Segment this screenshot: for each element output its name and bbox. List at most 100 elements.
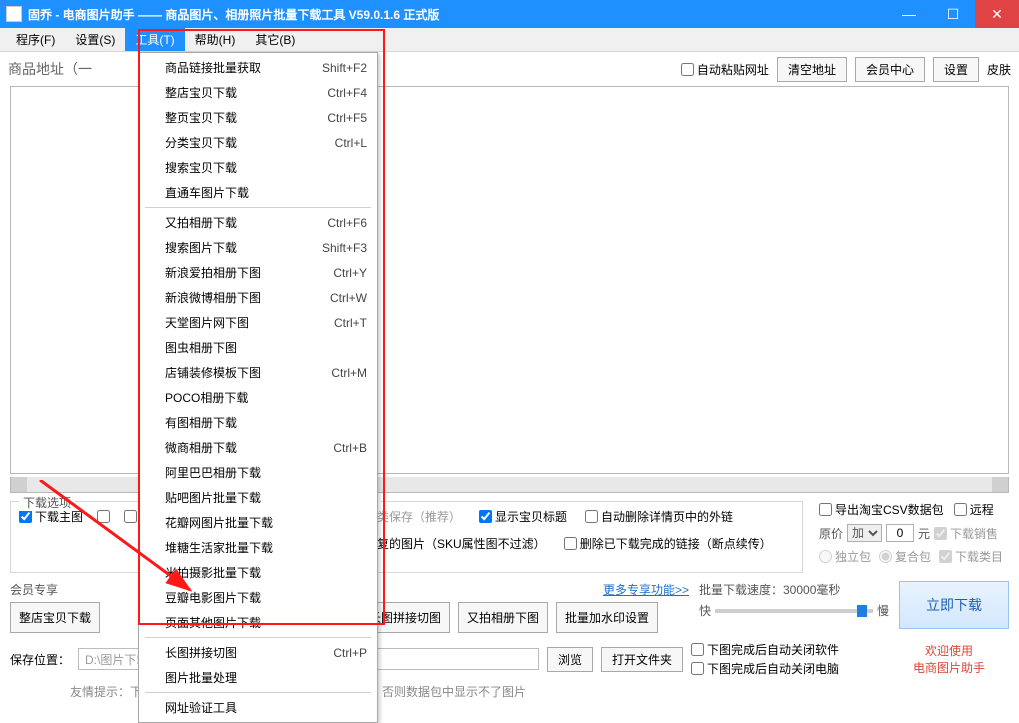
menu-item-label: 贴吧图片批量下载 bbox=[165, 489, 367, 506]
save-label: 保存位置： bbox=[10, 651, 70, 668]
menu-item-label: 又拍相册下载 bbox=[165, 214, 327, 231]
menu-item[interactable]: 新浪爱拍相册下图Ctrl+Y bbox=[141, 260, 375, 285]
menu-item[interactable]: 搜索图片下载Shift+F3 bbox=[141, 235, 375, 260]
chk-del-ext[interactable]: 自动删除详情页中的外链 bbox=[585, 508, 733, 525]
menu-item[interactable]: 商品链接批量获取Shift+F2 bbox=[141, 55, 375, 80]
menu-item-shortcut: Shift+F3 bbox=[322, 241, 367, 255]
menu-other[interactable]: 其它(B) bbox=[245, 28, 305, 51]
chk-show-title[interactable]: 显示宝贝标题 bbox=[479, 508, 567, 525]
close-button[interactable]: ✕ bbox=[975, 0, 1019, 28]
speed-column: 批量下载速度：30000毫秒 快 慢 bbox=[699, 581, 889, 619]
menu-item-shortcut: Ctrl+T bbox=[334, 316, 367, 330]
chk-dl-cat[interactable]: 下载类目 bbox=[939, 548, 1003, 565]
auto-paste-label: 自动粘贴网址 bbox=[697, 61, 769, 78]
chk-hidden-1[interactable] bbox=[97, 508, 110, 525]
menu-item[interactable]: 花瓣网图片批量下载 bbox=[141, 510, 375, 535]
menu-item[interactable]: 页面其他图片下载 bbox=[141, 610, 375, 635]
download-options-title: 下载选项 bbox=[19, 494, 75, 511]
menu-item[interactable]: 新浪微博相册下图Ctrl+W bbox=[141, 285, 375, 310]
menu-bar: 程序(F) 设置(S) 工具(T) 帮助(H) 其它(B) bbox=[0, 28, 1019, 52]
minimize-button[interactable]: — bbox=[887, 0, 931, 28]
open-folder-button[interactable]: 打开文件夹 bbox=[601, 647, 683, 672]
menu-item-label: 有图相册下载 bbox=[165, 414, 367, 431]
menu-item[interactable]: 分类宝贝下载Ctrl+L bbox=[141, 130, 375, 155]
menu-help[interactable]: 帮助(H) bbox=[185, 28, 246, 51]
menu-item[interactable]: 贴吧图片批量下载 bbox=[141, 485, 375, 510]
menu-item-label: 天堂图片网下图 bbox=[165, 314, 334, 331]
menu-item[interactable]: 搜索宝贝下载 bbox=[141, 155, 375, 180]
price-input[interactable] bbox=[886, 524, 914, 542]
clear-url-button[interactable]: 清空地址 bbox=[777, 57, 847, 82]
speed-slider[interactable]: 快 慢 bbox=[699, 602, 889, 619]
menu-item[interactable]: 直通车图片下载 bbox=[141, 180, 375, 205]
price-label: 原价 bbox=[819, 525, 843, 542]
chk-export-csv[interactable]: 导出淘宝CSV数据包 bbox=[819, 501, 944, 518]
menu-separator bbox=[145, 637, 371, 638]
chk-close-pc[interactable]: 下图完成后自动关闭电脑 bbox=[691, 660, 881, 677]
menu-item[interactable]: 米拍摄影批量下载 bbox=[141, 560, 375, 585]
menu-item-label: 新浪微博相册下图 bbox=[165, 289, 330, 306]
menu-item-shortcut: Ctrl+L bbox=[335, 136, 367, 150]
chk-close-soft[interactable]: 下图完成后自动关闭软件 bbox=[691, 641, 881, 658]
price-op-select[interactable]: 加 bbox=[847, 524, 882, 542]
tools-dropdown: 商品链接批量获取Shift+F2整店宝贝下载Ctrl+F4整页宝贝下载Ctrl+… bbox=[138, 52, 378, 723]
url-label: 商品地址（一 bbox=[8, 59, 92, 79]
menu-item-label: 花瓣网图片批量下载 bbox=[165, 514, 367, 531]
menu-item[interactable]: 图片批量处理 bbox=[141, 665, 375, 690]
welcome-line2: 电商图片助手 bbox=[889, 659, 1009, 676]
auto-paste-checkbox[interactable]: 自动粘贴网址 bbox=[681, 61, 769, 78]
menu-item-label: 长图拼接切图 bbox=[165, 644, 333, 661]
youpai-button[interactable]: 又拍相册下图 bbox=[458, 602, 548, 633]
browse-button[interactable]: 浏览 bbox=[547, 647, 593, 672]
menu-item-label: 网址验证工具 bbox=[165, 699, 367, 716]
price-unit: 元 bbox=[918, 525, 930, 542]
window-controls: — ☐ ✕ bbox=[887, 0, 1019, 28]
menu-item-label: 搜索宝贝下载 bbox=[165, 159, 367, 176]
more-vip-link[interactable]: 更多专享功能>> bbox=[603, 583, 689, 597]
whole-shop-button[interactable]: 整店宝贝下载 bbox=[10, 602, 100, 633]
menu-item-label: 整店宝贝下载 bbox=[165, 84, 327, 101]
radio-comp[interactable]: 复合包 bbox=[879, 548, 931, 565]
menu-item-label: 商品链接批量获取 bbox=[165, 59, 322, 76]
menu-item[interactable]: 长图拼接切图Ctrl+P bbox=[141, 640, 375, 665]
menu-program[interactable]: 程序(F) bbox=[6, 28, 65, 51]
menu-item[interactable]: 网址验证工具 bbox=[141, 695, 375, 720]
menu-separator bbox=[145, 207, 371, 208]
right-options: 导出淘宝CSV数据包 远程 原价 加 元 下载销售 独立包 复合包 下载类目 bbox=[819, 501, 1009, 573]
menu-settings[interactable]: 设置(S) bbox=[65, 28, 125, 51]
menu-item[interactable]: 整页宝贝下载Ctrl+F5 bbox=[141, 105, 375, 130]
member-center-button[interactable]: 会员中心 bbox=[855, 57, 925, 82]
menu-item[interactable]: 阿里巴巴相册下载 bbox=[141, 460, 375, 485]
menu-item[interactable]: POCO相册下载 bbox=[141, 385, 375, 410]
menu-tools[interactable]: 工具(T) bbox=[125, 28, 184, 51]
menu-item-shortcut: Ctrl+F4 bbox=[327, 86, 367, 100]
menu-item[interactable]: 微商相册下载Ctrl+B bbox=[141, 435, 375, 460]
menu-item-label: 页面其他图片下载 bbox=[165, 614, 367, 631]
menu-item-label: 图片批量处理 bbox=[165, 669, 367, 686]
menu-item[interactable]: 店铺装修模板下图Ctrl+M bbox=[141, 360, 375, 385]
menu-item[interactable]: 图虫相册下图 bbox=[141, 335, 375, 360]
chk-dl-sale[interactable]: 下载销售 bbox=[934, 525, 998, 542]
download-now-button[interactable]: 立即下载 bbox=[899, 581, 1009, 629]
menu-item-label: 图虫相册下图 bbox=[165, 339, 367, 356]
radio-indep[interactable]: 独立包 bbox=[819, 548, 871, 565]
chk-remote[interactable]: 远程 bbox=[954, 501, 994, 518]
menu-item[interactable]: 整店宝贝下载Ctrl+F4 bbox=[141, 80, 375, 105]
menu-item-label: 堆糖生活家批量下载 bbox=[165, 539, 367, 556]
settings-button[interactable]: 设置 bbox=[933, 57, 979, 82]
menu-separator bbox=[145, 692, 371, 693]
chk-del-done[interactable]: 删除已下载完成的链接（断点续传） bbox=[564, 535, 772, 552]
skin-link[interactable]: 皮肤 bbox=[987, 61, 1011, 78]
menu-item[interactable]: 天堂图片网下图Ctrl+T bbox=[141, 310, 375, 335]
menu-item-label: 新浪爱拍相册下图 bbox=[165, 264, 333, 281]
menu-item[interactable]: 豆瓣电影图片下载 bbox=[141, 585, 375, 610]
menu-item-label: 直通车图片下载 bbox=[165, 184, 367, 201]
menu-item-label: 搜索图片下载 bbox=[165, 239, 322, 256]
menu-item[interactable]: 有图相册下载 bbox=[141, 410, 375, 435]
watermark-button[interactable]: 批量加水印设置 bbox=[556, 602, 658, 633]
maximize-button[interactable]: ☐ bbox=[931, 0, 975, 28]
menu-item[interactable]: 又拍相册下载Ctrl+F6 bbox=[141, 210, 375, 235]
menu-item-shortcut: Ctrl+M bbox=[331, 366, 367, 380]
menu-item[interactable]: 堆糖生活家批量下载 bbox=[141, 535, 375, 560]
menu-item-label: 阿里巴巴相册下载 bbox=[165, 464, 367, 481]
